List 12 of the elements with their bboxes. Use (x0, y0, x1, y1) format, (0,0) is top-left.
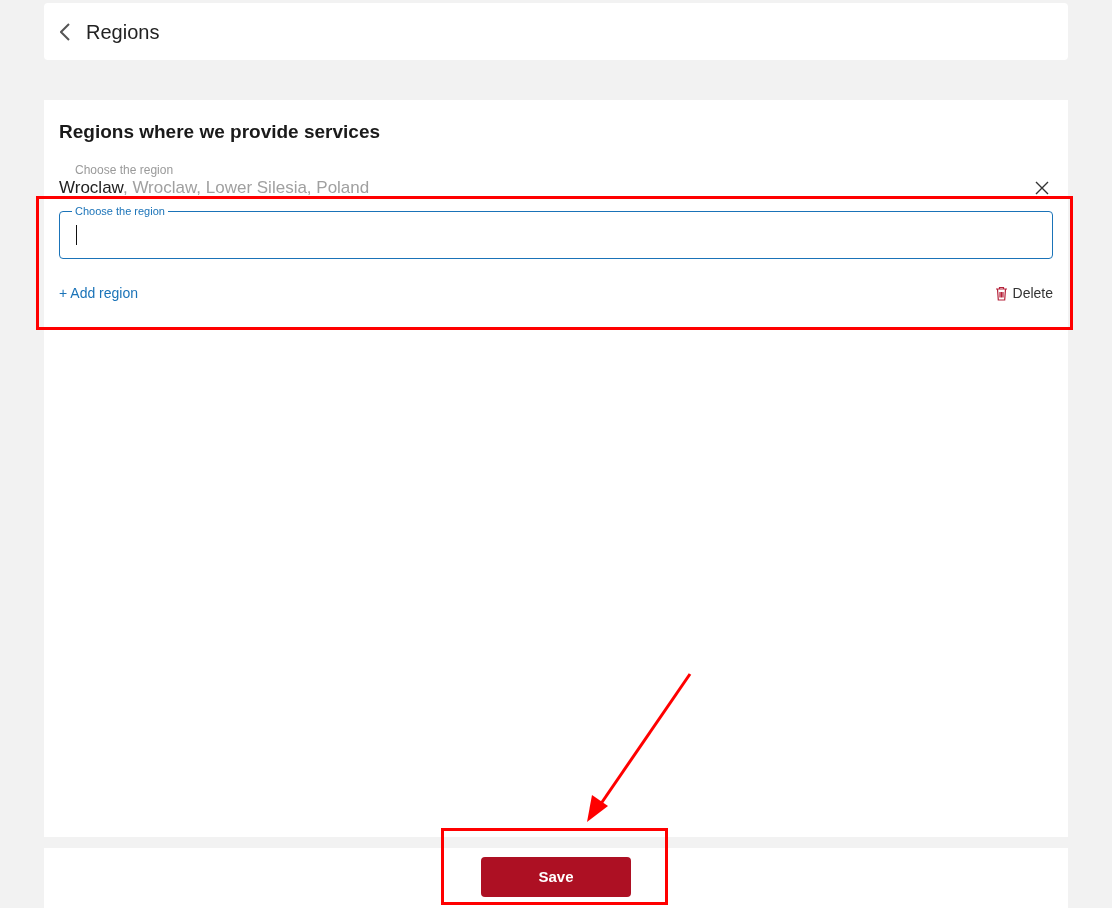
text-cursor (76, 224, 77, 245)
selected-region-field[interactable]: Choose the region Wroclaw, Wroclaw, Lower Silesia, Poland (59, 162, 1053, 199)
close-icon[interactable] (1035, 180, 1049, 195)
region-value: Wroclaw, Wroclaw, Lower Silesia, Poland (59, 177, 370, 199)
add-region-link[interactable]: + Add region (59, 282, 138, 304)
section-title: Regions where we provide services (59, 120, 382, 144)
save-button[interactable]: Save (481, 857, 631, 897)
delete-button[interactable]: Delete (994, 282, 1053, 304)
trash-icon (994, 285, 1008, 301)
back-icon[interactable] (60, 22, 70, 41)
field-label: Choose the region (75, 162, 175, 177)
page-title: Regions (86, 19, 160, 45)
